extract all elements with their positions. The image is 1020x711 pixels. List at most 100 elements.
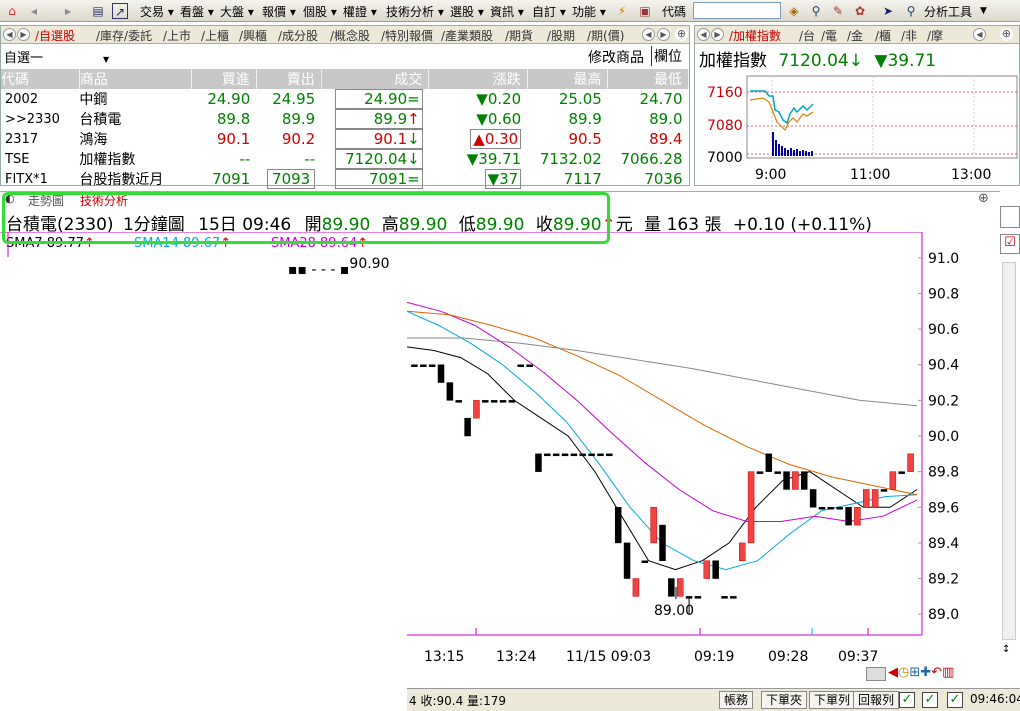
column-header[interactable]: 漲跌 bbox=[428, 69, 528, 89]
columns-button[interactable]: 欄位 bbox=[651, 46, 682, 66]
index-tab-left-icon[interactable]: ◀ bbox=[697, 28, 710, 41]
quote-tab[interactable]: /庫存/委託 bbox=[96, 27, 152, 44]
check-icon[interactable]: ☑ bbox=[1000, 234, 1020, 254]
print-icon[interactable]: ▤ bbox=[90, 3, 106, 19]
order-folder-button[interactable]: 下單夾 bbox=[761, 691, 808, 709]
quote-tab[interactable]: /期(價) bbox=[587, 27, 624, 44]
index-tab-prev-icon[interactable]: ◀ bbox=[973, 28, 986, 41]
quote-tab[interactable]: /特別報價 bbox=[381, 27, 433, 44]
popout-icon[interactable]: ↗ bbox=[112, 3, 128, 19]
quote-tab[interactable]: /期貨 bbox=[505, 27, 533, 44]
menu-item[interactable]: 資訊 ▾ bbox=[490, 3, 524, 20]
account-button[interactable]: 帳務 bbox=[719, 691, 754, 709]
index-tab[interactable]: /金 bbox=[847, 27, 863, 44]
menu-item[interactable]: 交易 ▾ bbox=[140, 3, 174, 20]
table-row[interactable]: >>2330 台積電 89.8 89.9 89.9↑ ▼0.60 89.9 89.0 bbox=[1, 109, 689, 129]
column-header[interactable]: 最高 bbox=[527, 69, 609, 89]
column-header[interactable]: 買進 bbox=[191, 69, 257, 89]
table-row[interactable]: FITX*1 台股指數近月 7091 7093 7091= ▼37 7117 7036 bbox=[1, 169, 689, 189]
index-tab-right-icon[interactable]: ▶ bbox=[711, 28, 724, 41]
tab-prev-icon[interactable]: ◀ bbox=[642, 28, 655, 41]
index-tab[interactable]: /櫃 bbox=[875, 27, 891, 44]
quote-tab[interactable]: /上櫃 bbox=[201, 27, 229, 44]
alert-icon[interactable]: ✿ bbox=[852, 3, 868, 19]
resize-icon[interactable]: ↕ bbox=[1002, 644, 1010, 655]
quote-tab[interactable]: /成分股 bbox=[278, 27, 318, 44]
edit-products-button[interactable]: 修改商品 bbox=[588, 47, 644, 67]
order-bar-button[interactable]: 下單列 bbox=[809, 691, 856, 709]
quote-tab[interactable]: /產業類股 bbox=[441, 27, 493, 44]
checkbox-3[interactable]: ✓ bbox=[947, 692, 963, 708]
quote-tab[interactable]: /概念股 bbox=[330, 27, 370, 44]
chevron-down-icon[interactable]: ▼ bbox=[980, 6, 987, 16]
table-row[interactable]: 2317 鴻海 90.1 90.2 90.1↓ ▲0.30 90.5 89.4 bbox=[1, 129, 689, 149]
table-cell: 7132.02 bbox=[539, 150, 602, 168]
quote-icon[interactable]: ◈ bbox=[786, 3, 802, 19]
candle-body bbox=[889, 471, 897, 490]
column-header[interactable]: 最低 bbox=[607, 69, 689, 89]
candle-body bbox=[676, 578, 684, 597]
menu-item[interactable]: 大盤 ▾ bbox=[220, 3, 254, 20]
analysis-search-icon[interactable]: ⚲ bbox=[903, 3, 919, 19]
index-tab[interactable]: /電 bbox=[821, 27, 837, 44]
tab-scroll-right-icon[interactable]: ▶ bbox=[17, 28, 30, 41]
quote-tab[interactable]: /興櫃 bbox=[239, 27, 267, 44]
menu-item[interactable]: 技術分析 ▾ bbox=[386, 3, 444, 20]
bars-icon[interactable]: ▥ bbox=[942, 665, 954, 680]
menu-item[interactable]: 功能 ▾ bbox=[572, 3, 606, 20]
checkbox-1[interactable]: ✓ bbox=[899, 692, 915, 708]
checkbox-2[interactable]: ✓ bbox=[922, 692, 938, 708]
code-input[interactable] bbox=[693, 2, 781, 19]
zoom-icon[interactable]: ⊕ bbox=[675, 28, 688, 41]
home-icon[interactable]: ⌂ bbox=[4, 3, 20, 19]
column-header[interactable]: 代碼 bbox=[1, 69, 80, 89]
clock-icon[interactable]: ◷ bbox=[898, 665, 909, 680]
forward-icon[interactable]: ▸ bbox=[60, 3, 76, 19]
left-arrow-icon[interactable]: ◀ bbox=[888, 665, 898, 680]
candle-body bbox=[774, 471, 781, 474]
vertical-scrollbar[interactable] bbox=[1002, 262, 1016, 640]
pointer-icon[interactable]: ➤ bbox=[880, 3, 896, 19]
index-tab[interactable]: /摩 bbox=[927, 27, 943, 44]
chart-tab-scroll-icon[interactable]: ◐ bbox=[5, 192, 15, 205]
quote-tab[interactable]: /上市 bbox=[163, 27, 191, 44]
tab-trend[interactable]: 走勢圖 bbox=[28, 192, 64, 209]
table-cell: ▼39.71 bbox=[466, 150, 522, 168]
table-row[interactable]: 2002 中鋼 24.90 24.95 24.90= ▼0.20 25.05 24.70 bbox=[1, 89, 689, 109]
menu-item[interactable]: 看盤 ▾ bbox=[180, 3, 214, 20]
undo-icon[interactable]: ↶ bbox=[931, 665, 942, 680]
side-toggle[interactable] bbox=[1000, 206, 1020, 228]
menu-item[interactable]: 選股 ▾ bbox=[450, 3, 484, 20]
notepad-icon[interactable]: ▣ bbox=[637, 3, 653, 19]
analysis-tools-menu[interactable]: 分析工具 bbox=[924, 3, 972, 20]
tab-technical[interactable]: 技術分析 bbox=[80, 192, 128, 209]
report-bar-button[interactable]: 回報列 bbox=[853, 691, 900, 709]
cross-icon[interactable]: ✚ bbox=[920, 665, 931, 680]
tools-icon[interactable]: ✎ bbox=[830, 3, 846, 19]
tab-scroll-left-icon[interactable]: ◀ bbox=[3, 28, 16, 41]
lightning-icon[interactable]: ⚡ bbox=[614, 3, 630, 19]
candle-body bbox=[738, 542, 746, 561]
column-header[interactable]: 賣出 bbox=[256, 69, 322, 89]
back-icon[interactable]: ◂ bbox=[26, 3, 42, 19]
column-header[interactable]: 成交 bbox=[321, 69, 430, 89]
menu-item[interactable]: 權證 ▾ bbox=[343, 3, 377, 20]
scroll-left-button[interactable] bbox=[866, 667, 886, 681]
fit-icon[interactable]: ⊞ bbox=[909, 665, 920, 680]
column-header[interactable]: 商品 bbox=[79, 69, 192, 89]
menu-item[interactable]: 個股 ▾ bbox=[303, 3, 337, 20]
table-row[interactable]: TSE 加權指數 -- -- 7120.04↓ ▼39.71 7132.02 7066.28 bbox=[1, 149, 689, 169]
candle-body bbox=[535, 453, 542, 472]
menu-item[interactable]: 自訂 ▾ bbox=[532, 3, 566, 20]
quote-tab[interactable]: /自選股 bbox=[35, 27, 75, 44]
search-icon[interactable]: ⚲ bbox=[808, 3, 824, 19]
tab-next-icon[interactable]: ▶ bbox=[657, 28, 670, 41]
chart-zoom-icon[interactable]: ⊕ bbox=[978, 191, 989, 206]
index-zoom-icon[interactable]: ⊕ bbox=[1000, 28, 1013, 41]
group-select[interactable]: 自選一 ▼ bbox=[4, 47, 109, 66]
menu-item[interactable]: 報價 ▾ bbox=[262, 3, 296, 20]
quote-tab[interactable]: /股期 bbox=[547, 27, 575, 44]
index-tab[interactable]: /加權指數 bbox=[729, 27, 781, 44]
index-tab[interactable]: /台 bbox=[799, 27, 815, 44]
index-tab[interactable]: /非 bbox=[901, 27, 917, 44]
